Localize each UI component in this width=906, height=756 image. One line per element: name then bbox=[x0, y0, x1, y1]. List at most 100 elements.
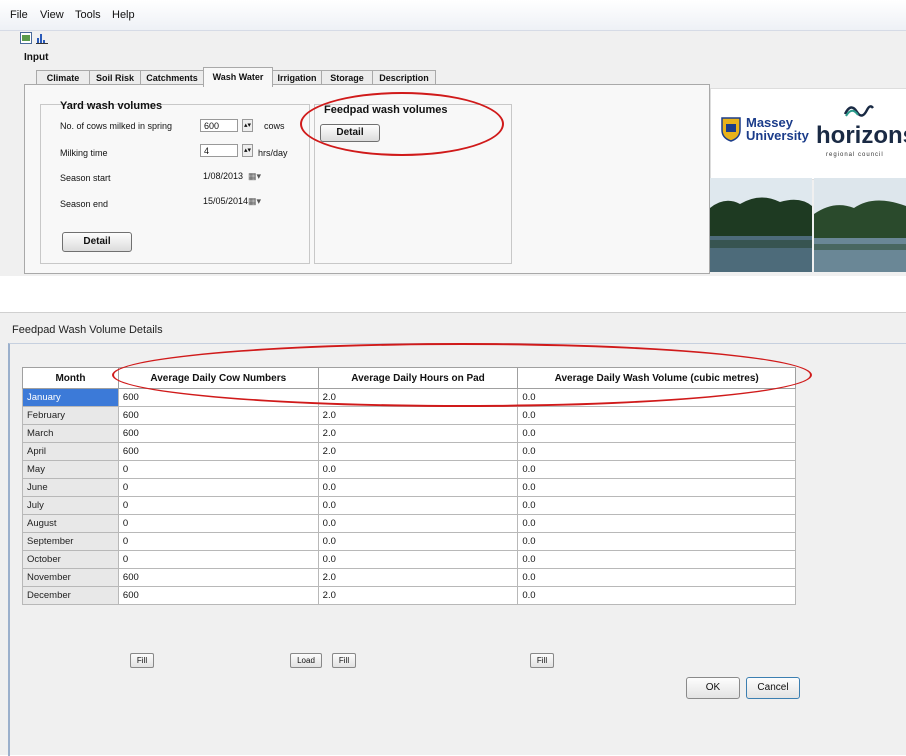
table-row[interactable]: June 0 0.0 0.0 bbox=[22, 478, 796, 497]
horizons-logo-icon bbox=[843, 105, 874, 117]
wash-volume-cell[interactable]: 0.0 bbox=[517, 424, 796, 443]
month-cell[interactable]: March bbox=[22, 424, 119, 443]
hours-on-pad-cell[interactable]: 0.0 bbox=[317, 496, 519, 515]
horizons-logo-text: horizons bbox=[816, 122, 906, 149]
hours-on-pad-cell[interactable]: 0.0 bbox=[317, 514, 519, 533]
cow-numbers-cell[interactable]: 0 bbox=[117, 460, 319, 479]
fill-cow-numbers-button[interactable]: Fill bbox=[130, 653, 154, 668]
month-cell[interactable]: December bbox=[22, 586, 119, 605]
table-row[interactable]: August 0 0.0 0.0 bbox=[22, 514, 796, 533]
horizons-logo-subtitle: regional council bbox=[826, 152, 884, 158]
ok-button[interactable]: OK bbox=[686, 677, 740, 699]
wash-volume-cell[interactable]: 0.0 bbox=[517, 442, 796, 461]
cows-input[interactable]: 600 bbox=[200, 119, 238, 132]
month-cell[interactable]: May bbox=[22, 460, 119, 479]
month-cell[interactable]: February bbox=[22, 406, 119, 425]
cow-numbers-cell[interactable]: 0 bbox=[117, 496, 319, 515]
milking-time-label: Milking time bbox=[60, 148, 108, 158]
wash-volume-cell[interactable]: 0.0 bbox=[517, 514, 796, 533]
milking-time-input[interactable]: 4 bbox=[200, 144, 238, 157]
cow-numbers-cell[interactable]: 600 bbox=[117, 442, 319, 461]
hours-on-pad-cell[interactable]: 2.0 bbox=[317, 406, 519, 425]
column-header-cow-numbers[interactable]: Average Daily Cow Numbers bbox=[117, 367, 319, 389]
hours-on-pad-cell[interactable]: 2.0 bbox=[317, 442, 519, 461]
menu-view[interactable]: View bbox=[40, 9, 64, 21]
fill-hours-button[interactable]: Fill bbox=[332, 653, 356, 668]
month-cell[interactable]: October bbox=[22, 550, 119, 569]
yard-detail-button[interactable]: Detail bbox=[62, 232, 132, 252]
table-row[interactable]: May 0 0.0 0.0 bbox=[22, 460, 796, 479]
wash-volume-cell[interactable]: 0.0 bbox=[517, 478, 796, 497]
menu-tools[interactable]: Tools bbox=[75, 9, 101, 21]
cow-numbers-cell[interactable]: 0 bbox=[117, 514, 319, 533]
cows-spinner[interactable]: ▴▾ bbox=[242, 119, 253, 132]
tab-wash-water[interactable]: Wash Water bbox=[203, 67, 273, 87]
table-row[interactable]: July 0 0.0 0.0 bbox=[22, 496, 796, 515]
season-end-input[interactable]: 15/05/2014 bbox=[200, 195, 248, 208]
menu-file[interactable]: File bbox=[10, 9, 28, 21]
landscape-photo bbox=[814, 178, 906, 272]
table-row[interactable]: January 600 2.0 0.0 bbox=[22, 388, 796, 407]
wash-volume-cell[interactable]: 0.0 bbox=[517, 568, 796, 587]
column-header-month[interactable]: Month bbox=[22, 367, 119, 389]
wash-volume-cell[interactable]: 0.0 bbox=[517, 388, 796, 407]
hours-on-pad-cell[interactable]: 2.0 bbox=[317, 424, 519, 443]
hours-on-pad-cell[interactable]: 2.0 bbox=[317, 586, 519, 605]
feedpad-detail-button[interactable]: Detail bbox=[320, 124, 380, 142]
hours-on-pad-cell[interactable]: 0.0 bbox=[317, 478, 519, 497]
hours-on-pad-cell[interactable]: 2.0 bbox=[317, 568, 519, 587]
yard-wash-title: Yard wash volumes bbox=[60, 100, 163, 112]
table-row[interactable]: March 600 2.0 0.0 bbox=[22, 424, 796, 443]
wash-volume-cell[interactable]: 0.0 bbox=[517, 406, 796, 425]
cows-label: No. of cows milked in spring bbox=[60, 121, 173, 131]
cancel-button[interactable]: Cancel bbox=[746, 677, 800, 699]
table-row[interactable]: November 600 2.0 0.0 bbox=[22, 568, 796, 587]
wash-volume-cell[interactable]: 0.0 bbox=[517, 532, 796, 551]
hours-on-pad-cell[interactable]: 2.0 bbox=[317, 388, 519, 407]
month-cell[interactable]: July bbox=[22, 496, 119, 515]
menu-help[interactable]: Help bbox=[112, 9, 135, 21]
hours-on-pad-cell[interactable]: 0.0 bbox=[317, 532, 519, 551]
edit-icon[interactable] bbox=[20, 32, 32, 44]
cow-numbers-cell[interactable]: 0 bbox=[117, 532, 319, 551]
month-cell[interactable]: September bbox=[22, 532, 119, 551]
cow-numbers-cell[interactable]: 600 bbox=[117, 586, 319, 605]
season-end-label: Season end bbox=[60, 199, 109, 209]
table-row[interactable]: February 600 2.0 0.0 bbox=[22, 406, 796, 425]
wash-volume-cell[interactable]: 0.0 bbox=[517, 460, 796, 479]
month-cell[interactable]: November bbox=[22, 568, 119, 587]
cow-numbers-cell[interactable]: 0 bbox=[117, 550, 319, 569]
hours-on-pad-cell[interactable]: 0.0 bbox=[317, 460, 519, 479]
table-row[interactable]: September 0 0.0 0.0 bbox=[22, 532, 796, 551]
wash-volume-cell[interactable]: 0.0 bbox=[517, 496, 796, 515]
cow-numbers-cell[interactable]: 600 bbox=[117, 424, 319, 443]
dialog-title: Feedpad Wash Volume Details bbox=[12, 324, 163, 336]
feedpad-details-dialog: Feedpad Wash Volume Details Month Averag… bbox=[0, 312, 906, 756]
hours-on-pad-cell[interactable]: 0.0 bbox=[317, 550, 519, 569]
calendar-dropdown-icon[interactable]: ▦▾ bbox=[248, 195, 264, 208]
wash-volume-cell[interactable]: 0.0 bbox=[517, 550, 796, 569]
month-cell[interactable]: August bbox=[22, 514, 119, 533]
cow-numbers-cell[interactable]: 600 bbox=[117, 406, 319, 425]
calendar-dropdown-icon[interactable]: ▦▾ bbox=[248, 170, 264, 183]
table-row[interactable]: December 600 2.0 0.0 bbox=[22, 586, 796, 605]
load-button[interactable]: Load bbox=[290, 653, 322, 668]
cow-numbers-cell[interactable]: 0 bbox=[117, 478, 319, 497]
column-header-wash-volume[interactable]: Average Daily Wash Volume (cubic metres) bbox=[517, 367, 796, 389]
table-row[interactable]: October 0 0.0 0.0 bbox=[22, 550, 796, 569]
wash-volume-cell[interactable]: 0.0 bbox=[517, 586, 796, 605]
cows-unit: cows bbox=[264, 121, 285, 131]
cow-numbers-cell[interactable]: 600 bbox=[117, 388, 319, 407]
fill-wash-volume-button[interactable]: Fill bbox=[530, 653, 554, 668]
column-header-hours-on-pad[interactable]: Average Daily Hours on Pad bbox=[317, 367, 519, 389]
month-cell[interactable]: January bbox=[22, 388, 119, 407]
month-cell[interactable]: June bbox=[22, 478, 119, 497]
main-window: File View Tools Help Input Climate Soil … bbox=[0, 0, 906, 276]
season-start-input[interactable]: 1/08/2013 bbox=[200, 170, 244, 183]
cow-numbers-cell[interactable]: 600 bbox=[117, 568, 319, 587]
milking-time-spinner[interactable]: ▴▾ bbox=[242, 144, 253, 157]
month-cell[interactable]: April bbox=[22, 442, 119, 461]
chart-icon[interactable] bbox=[36, 32, 48, 44]
table-row[interactable]: April 600 2.0 0.0 bbox=[22, 442, 796, 461]
milking-time-unit: hrs/day bbox=[258, 148, 288, 158]
